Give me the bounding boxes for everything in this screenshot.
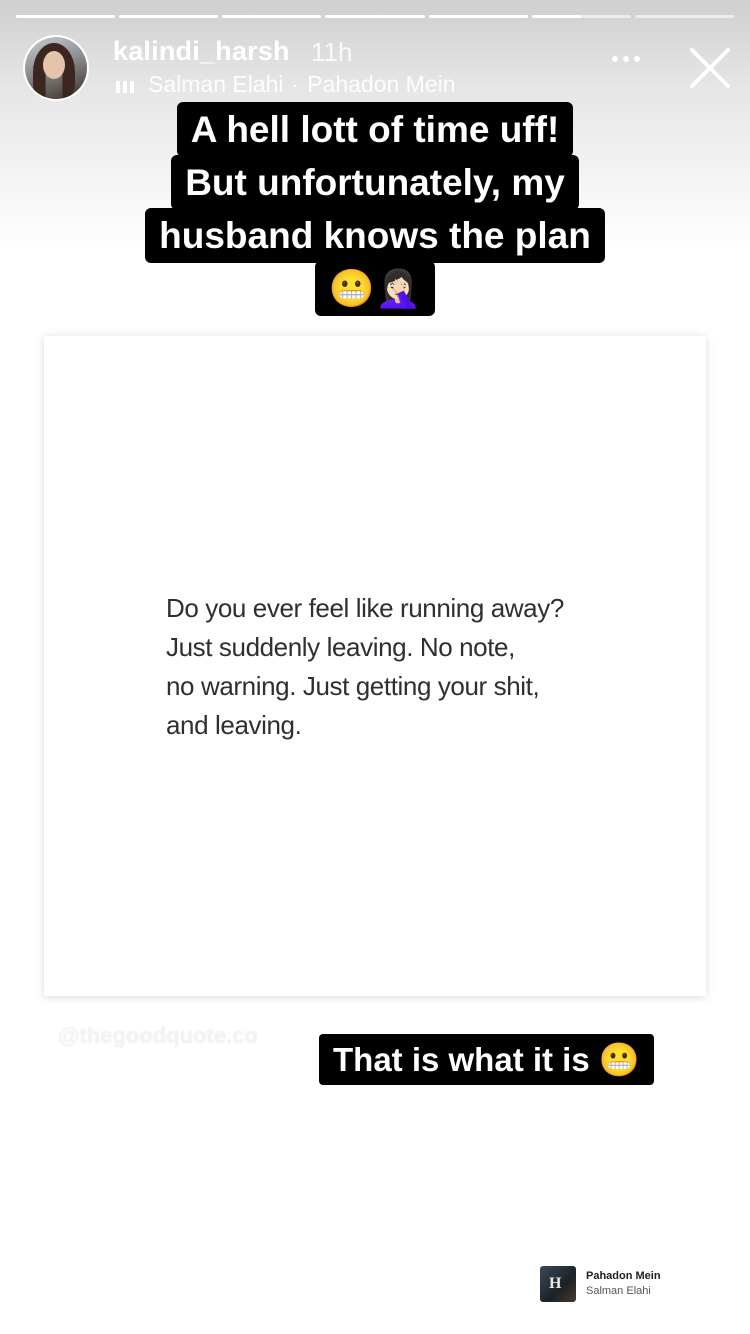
more-options-icon[interactable] xyxy=(612,56,640,62)
source-watermark: @thegoodquote.co xyxy=(58,1023,258,1048)
music-bars-icon xyxy=(116,77,134,93)
progress-fill xyxy=(119,15,219,18)
progress-fill xyxy=(16,15,116,18)
music-sticker-title: Pahadon Mein xyxy=(586,1270,661,1282)
music-sticker[interactable]: H Pahadon Mein Salman Elahi xyxy=(540,1266,661,1302)
caption-sticker-bottom: That is what it is 😬 xyxy=(319,1034,654,1085)
username[interactable]: kalindi_harsh xyxy=(113,36,290,67)
progress-fill xyxy=(428,15,528,18)
music-separator: · xyxy=(291,71,300,97)
progress-segment xyxy=(531,15,631,18)
music-sticker-artist: Salman Elahi xyxy=(586,1285,651,1297)
progress-fill xyxy=(531,15,582,18)
quote-text: Do you ever feel like running away? Just… xyxy=(166,589,636,745)
caption-sticker-top: A hell lott of time uff! But unfortunate… xyxy=(120,102,630,316)
caption-line: husband knows the plan xyxy=(145,208,605,263)
quote-line: Just suddenly leaving. No note, xyxy=(166,632,515,662)
progress-segment xyxy=(428,15,528,18)
progress-segment xyxy=(16,15,116,18)
progress-segment xyxy=(634,15,734,18)
caption-emoji-line: 😬🤦🏻‍♀️ xyxy=(314,261,436,316)
music-song: Pahadon Mein xyxy=(307,71,456,97)
caption-line: But unfortunately, my xyxy=(171,155,579,210)
quote-image-card: Do you ever feel like running away? Just… xyxy=(44,336,706,996)
progress-segment xyxy=(325,15,425,18)
music-artist: Salman Elahi xyxy=(148,71,284,97)
post-time: 11h xyxy=(311,37,353,67)
story-progress-bar xyxy=(16,15,734,18)
album-art-glyph: H xyxy=(549,1275,562,1292)
caption-line: A hell lott of time uff! xyxy=(176,102,574,157)
close-icon[interactable] xyxy=(688,46,732,90)
story-view[interactable]: kalindi_harsh 11h Salman Elahi · Pahadon… xyxy=(0,0,750,1334)
quote-line: Do you ever feel like running away? xyxy=(166,593,564,623)
album-art: H xyxy=(540,1266,576,1302)
progress-fill xyxy=(325,15,425,18)
avatar[interactable] xyxy=(23,35,89,101)
progress-segment xyxy=(222,15,322,18)
quote-line: and leaving. xyxy=(166,710,302,740)
progress-segment xyxy=(119,15,219,18)
quote-line: no warning. Just getting your shit, xyxy=(166,671,540,701)
avatar-photo xyxy=(25,37,87,99)
music-attribution[interactable]: Salman Elahi · Pahadon Mein xyxy=(116,71,456,98)
progress-fill xyxy=(222,15,322,18)
